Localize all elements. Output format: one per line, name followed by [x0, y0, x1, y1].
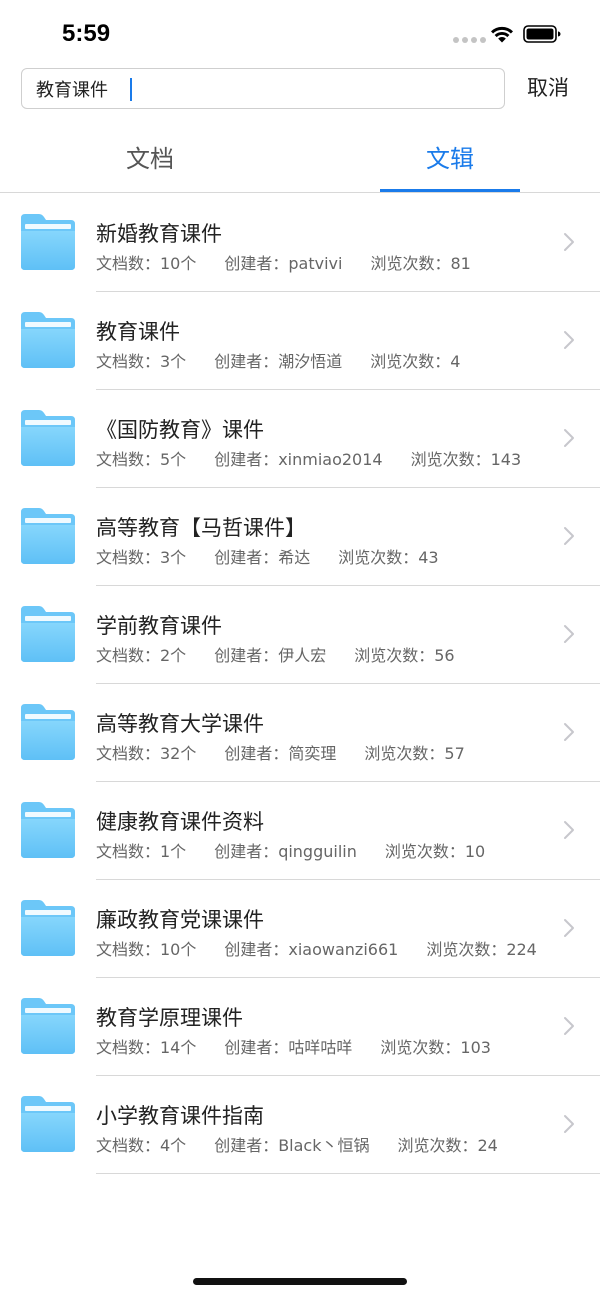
tab-bar: 文档 文辑	[0, 130, 600, 193]
view-count: 浏览次数：4	[370, 352, 461, 371]
tab-documents[interactable]: 文档	[0, 130, 300, 192]
folder-icon	[21, 312, 75, 368]
document-count: 文档数：32个	[96, 744, 197, 763]
status-time: 5:59	[62, 20, 111, 47]
item-title: 教育学原理课件	[96, 1006, 243, 1030]
document-count: 文档数：5个	[96, 450, 187, 469]
list-item[interactable]: 高等教育大学课件 文档数：32个 创建者：简奕理 浏览次数：57	[0, 684, 600, 782]
item-meta: 文档数：2个 创建者：伊人宏 浏览次数：56	[96, 642, 455, 666]
chevron-right-icon	[564, 233, 574, 251]
folder-icon	[21, 900, 75, 956]
document-count: 文档数：2个	[96, 646, 187, 665]
creator: 创建者：xiaowanzi661	[224, 940, 399, 959]
collection-list: 新婚教育课件 文档数：10个 创建者：patvivi 浏览次数：81 教育课件 …	[0, 194, 600, 1174]
battery-icon	[523, 25, 561, 43]
view-count: 浏览次数：57	[364, 744, 465, 763]
list-item[interactable]: 新婚教育课件 文档数：10个 创建者：patvivi 浏览次数：81	[0, 194, 600, 292]
cancel-button[interactable]: 取消	[527, 72, 569, 104]
chevron-right-icon	[564, 919, 574, 937]
chevron-right-icon	[564, 527, 574, 545]
view-count: 浏览次数：143	[410, 450, 522, 469]
item-meta: 文档数：32个 创建者：简奕理 浏览次数：57	[96, 740, 465, 764]
creator: 创建者：咕咩咕咩	[224, 1038, 353, 1057]
view-count: 浏览次数：224	[426, 940, 537, 959]
text-cursor	[130, 78, 132, 101]
creator: 创建者：希达	[214, 548, 311, 567]
item-meta: 文档数：1个 创建者：qingguilin 浏览次数：10	[96, 838, 485, 862]
creator: 创建者：简奕理	[224, 744, 337, 763]
folder-icon	[21, 998, 75, 1054]
folder-icon	[21, 508, 75, 564]
cellular-signal-icon	[453, 37, 486, 43]
item-meta: 文档数：3个 创建者：潮汐悟道 浏览次数：4	[96, 348, 460, 372]
item-title: 廉政教育党课课件	[96, 908, 264, 932]
active-tab-indicator	[380, 189, 520, 192]
divider	[96, 1173, 600, 1174]
document-count: 文档数：14个	[96, 1038, 197, 1057]
list-item[interactable]: 《国防教育》课件 文档数：5个 创建者：xinmiao2014 浏览次数：143	[0, 390, 600, 488]
view-count: 浏览次数：10	[384, 842, 486, 861]
folder-icon	[21, 704, 75, 760]
chevron-right-icon	[564, 429, 574, 447]
list-item[interactable]: 健康教育课件资料 文档数：1个 创建者：qingguilin 浏览次数：10	[0, 782, 600, 880]
view-count: 浏览次数：24	[397, 1136, 498, 1155]
item-meta: 文档数：10个 创建者：patvivi 浏览次数：81	[96, 250, 471, 274]
folder-icon	[21, 1096, 75, 1152]
view-count: 浏览次数：103	[380, 1038, 491, 1057]
item-title: 教育课件	[96, 320, 180, 344]
search-input[interactable]	[22, 69, 504, 108]
view-count: 浏览次数：81	[370, 254, 471, 273]
list-item[interactable]: 廉政教育党课课件 文档数：10个 创建者：xiaowanzi661 浏览次数：224	[0, 880, 600, 978]
item-title: 学前教育课件	[96, 614, 222, 638]
home-indicator	[193, 1278, 407, 1285]
item-title: 高等教育大学课件	[96, 712, 264, 736]
list-item[interactable]: 教育课件 文档数：3个 创建者：潮汐悟道 浏览次数：4	[0, 292, 600, 390]
list-item[interactable]: 学前教育课件 文档数：2个 创建者：伊人宏 浏览次数：56	[0, 586, 600, 684]
chevron-right-icon	[564, 723, 574, 741]
chevron-right-icon	[564, 821, 574, 839]
item-meta: 文档数：10个 创建者：xiaowanzi661 浏览次数：224	[96, 936, 537, 960]
document-count: 文档数：3个	[96, 352, 187, 371]
chevron-right-icon	[564, 625, 574, 643]
item-title: 新婚教育课件	[96, 222, 222, 246]
view-count: 浏览次数：56	[354, 646, 455, 665]
folder-icon	[21, 214, 75, 270]
item-meta: 文档数：14个 创建者：咕咩咕咩 浏览次数：103	[96, 1034, 491, 1058]
chevron-right-icon	[564, 331, 574, 349]
creator: 创建者：潮汐悟道	[214, 352, 343, 371]
item-meta: 文档数：5个 创建者：xinmiao2014 浏览次数：143	[96, 446, 521, 470]
wifi-icon	[491, 26, 513, 43]
view-count: 浏览次数：43	[338, 548, 439, 567]
document-count: 文档数：1个	[96, 842, 187, 861]
creator: 创建者：qingguilin	[214, 842, 357, 861]
item-title: 高等教育【马哲课件】	[96, 516, 306, 540]
document-count: 文档数：3个	[96, 548, 187, 567]
document-count: 文档数：10个	[96, 940, 197, 959]
creator: 创建者：伊人宏	[214, 646, 327, 665]
list-item[interactable]: 高等教育【马哲课件】 文档数：3个 创建者：希达 浏览次数：43	[0, 488, 600, 586]
item-title: 健康教育课件资料	[96, 810, 264, 834]
document-count: 文档数：4个	[96, 1136, 187, 1155]
list-item[interactable]: 教育学原理课件 文档数：14个 创建者：咕咩咕咩 浏览次数：103	[0, 978, 600, 1076]
creator: 创建者：xinmiao2014	[214, 450, 383, 469]
item-title: 小学教育课件指南	[96, 1104, 264, 1128]
tab-collections[interactable]: 文辑	[300, 130, 600, 192]
item-meta: 文档数：3个 创建者：希达 浏览次数：43	[96, 544, 439, 568]
folder-icon	[21, 802, 75, 858]
folder-icon	[21, 410, 75, 466]
item-meta: 文档数：4个 创建者：Black丶恒锅 浏览次数：24	[96, 1132, 498, 1156]
search-box[interactable]	[21, 68, 505, 109]
item-title: 《国防教育》课件	[96, 418, 264, 442]
status-bar: 5:59	[0, 0, 600, 64]
folder-icon	[21, 606, 75, 662]
list-item[interactable]: 小学教育课件指南 文档数：4个 创建者：Black丶恒锅 浏览次数：24	[0, 1076, 600, 1174]
chevron-right-icon	[564, 1017, 574, 1035]
creator: 创建者：patvivi	[224, 254, 343, 273]
creator: 创建者：Black丶恒锅	[214, 1136, 370, 1155]
chevron-right-icon	[564, 1115, 574, 1133]
document-count: 文档数：10个	[96, 254, 197, 273]
